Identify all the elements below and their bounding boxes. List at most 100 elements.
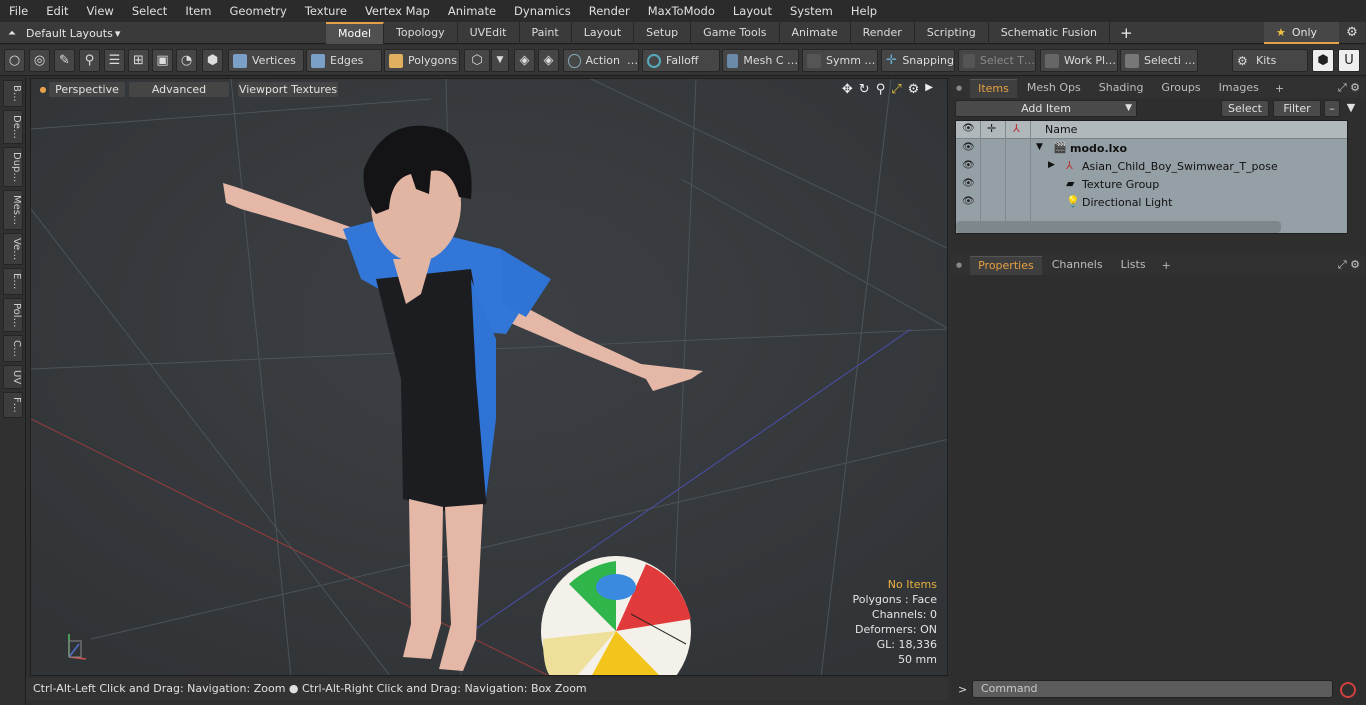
- gear-icon[interactable]: ⚙: [1342, 22, 1362, 44]
- pen-icon[interactable]: ✎: [54, 49, 75, 72]
- pan-icon[interactable]: ✥: [842, 82, 853, 97]
- eye-icon[interactable]: 👁: [962, 178, 975, 190]
- material-alt-icon[interactable]: ◈: [538, 49, 559, 72]
- mesh-constraint-button[interactable]: Mesh C …: [722, 49, 799, 72]
- left-tab[interactable]: Dup…: [3, 146, 23, 188]
- center-icon[interactable]: ▣: [152, 49, 173, 72]
- menu-item[interactable]: Vertex Map: [356, 0, 439, 22]
- funnel-icon[interactable]: ▼: [1343, 100, 1359, 117]
- menu-item[interactable]: Help: [842, 0, 886, 22]
- tab-animate[interactable]: Animate: [780, 22, 851, 44]
- select-button[interactable]: Select: [1221, 100, 1269, 117]
- maximize-icon[interactable]: ⤢: [891, 82, 901, 97]
- list-item[interactable]: 👁 ▰ Texture Group: [956, 176, 1347, 194]
- tab-layout[interactable]: Layout: [572, 22, 635, 44]
- menu-item[interactable]: Animate: [439, 0, 505, 22]
- circle-select-icon[interactable]: ○: [4, 49, 25, 72]
- only-toggle[interactable]: ★ Only: [1264, 22, 1339, 44]
- menu-item[interactable]: File: [0, 0, 37, 22]
- edges-button[interactable]: Edges: [306, 49, 382, 72]
- viewport-menu-dot[interactable]: ●: [37, 82, 49, 97]
- vertices-button[interactable]: Vertices: [228, 49, 304, 72]
- left-tab[interactable]: E…: [3, 268, 23, 295]
- collapse-list-icon[interactable]: –: [1324, 100, 1340, 117]
- collapse-icon[interactable]: ⏶: [8, 28, 16, 39]
- tab-lists[interactable]: Lists: [1113, 256, 1154, 274]
- eye-icon[interactable]: 👁: [962, 142, 975, 154]
- tab-items[interactable]: Items: [970, 78, 1017, 98]
- tab-paint[interactable]: Paint: [520, 22, 572, 44]
- menu-item[interactable]: MaxToModo: [639, 0, 724, 22]
- list-item[interactable]: 👁 ▶ ⅄ Asian_Child_Boy_Swimwear_T_pose: [956, 158, 1347, 176]
- zoom-icon[interactable]: ⚲: [876, 82, 886, 97]
- tab-mesh-ops[interactable]: Mesh Ops: [1019, 79, 1089, 97]
- tab-channels[interactable]: Channels: [1044, 256, 1111, 274]
- selection-sets-button[interactable]: Selecti …: [1120, 49, 1198, 72]
- panel-menu-dot[interactable]: ●: [956, 84, 962, 92]
- panel-options-icon[interactable]: ⤢ ⚙: [1338, 258, 1360, 272]
- left-tab[interactable]: Mes…: [3, 190, 23, 231]
- add-tab-icon[interactable]: +: [1275, 82, 1284, 95]
- panel-menu-dot[interactable]: ●: [956, 261, 962, 269]
- left-tab[interactable]: De…: [3, 109, 23, 144]
- tab-model[interactable]: Model: [326, 22, 385, 44]
- left-tab[interactable]: Ve…: [3, 233, 23, 266]
- tab-groups[interactable]: Groups: [1153, 79, 1208, 97]
- unreal-icon[interactable]: U: [1338, 49, 1360, 72]
- item-mode-icon[interactable]: ⬡: [464, 49, 490, 72]
- menu-item[interactable]: Texture: [296, 0, 356, 22]
- tab-setup[interactable]: Setup: [634, 22, 692, 44]
- work-plane-button[interactable]: Work Pl…: [1040, 49, 1118, 72]
- tab-schematic-fusion[interactable]: Schematic Fusion: [989, 22, 1111, 44]
- left-tab[interactable]: F…: [3, 392, 23, 419]
- add-item-button[interactable]: Add Item ▼: [955, 100, 1137, 117]
- chevron-down-icon[interactable]: ▼: [491, 49, 509, 72]
- globe-icon[interactable]: ◎: [29, 49, 50, 72]
- menu-item[interactable]: View: [78, 0, 123, 22]
- tab-scripting[interactable]: Scripting: [915, 22, 989, 44]
- menu-item[interactable]: Dynamics: [505, 0, 580, 22]
- expand-arrow-icon[interactable]: ▶: [1048, 160, 1055, 170]
- left-tab[interactable]: B…: [3, 80, 23, 107]
- advanced-button[interactable]: Advanced: [129, 82, 229, 97]
- tab-topology[interactable]: Topology: [384, 22, 458, 44]
- viewport-textures-button[interactable]: Viewport Textures: [238, 82, 338, 97]
- record-icon[interactable]: [1340, 682, 1356, 698]
- tab-shading[interactable]: Shading: [1091, 79, 1152, 97]
- panel-options-icon[interactable]: ⤢ ⚙: [1338, 81, 1360, 95]
- align-icon[interactable]: ☰: [104, 49, 125, 72]
- chevron-right-icon[interactable]: ▶: [925, 82, 933, 97]
- snap-circle-icon[interactable]: ◔: [176, 49, 197, 72]
- tab-uvedit[interactable]: UVEdit: [458, 22, 520, 44]
- action-center-button[interactable]: Action …: [563, 49, 639, 72]
- brush-icon[interactable]: ⚲: [79, 49, 100, 72]
- menu-item[interactable]: Select: [123, 0, 176, 22]
- grid-icon[interactable]: ⊞: [128, 49, 149, 72]
- command-input[interactable]: Command: [972, 680, 1333, 698]
- menu-item[interactable]: Item: [176, 0, 220, 22]
- material-icon[interactable]: ◈: [514, 49, 535, 72]
- left-tab[interactable]: C…: [3, 335, 23, 363]
- gear-icon[interactable]: ⚙: [908, 82, 920, 97]
- symmetry-button[interactable]: Symm …: [802, 49, 878, 72]
- tab-images[interactable]: Images: [1211, 79, 1267, 97]
- eye-icon[interactable]: 👁: [962, 160, 975, 172]
- 3d-viewport[interactable]: ● Perspective Advanced Viewport Textures…: [30, 78, 948, 676]
- eye-icon[interactable]: 👁: [962, 196, 975, 208]
- left-tab[interactable]: UV: [3, 365, 23, 390]
- tab-render[interactable]: Render: [851, 22, 915, 44]
- filter-button[interactable]: Filter: [1273, 100, 1321, 117]
- list-item[interactable]: 👁 ▼ 🎬 modo.lxo: [956, 140, 1347, 158]
- layout-selector[interactable]: ⏶ Default Layouts ▾: [8, 22, 120, 44]
- tab-game-tools[interactable]: Game Tools: [691, 22, 780, 44]
- add-tab-icon[interactable]: +: [1110, 22, 1143, 44]
- menu-item[interactable]: Layout: [724, 0, 781, 22]
- shield-icon[interactable]: ⬢: [202, 49, 223, 72]
- perspective-button[interactable]: Perspective: [49, 82, 125, 97]
- add-tab-icon[interactable]: +: [1162, 259, 1171, 272]
- menu-item[interactable]: Geometry: [221, 0, 296, 22]
- menu-item[interactable]: Edit: [37, 0, 77, 22]
- tab-properties[interactable]: Properties: [970, 255, 1042, 275]
- menu-item[interactable]: Render: [580, 0, 639, 22]
- menu-item[interactable]: System: [781, 0, 842, 22]
